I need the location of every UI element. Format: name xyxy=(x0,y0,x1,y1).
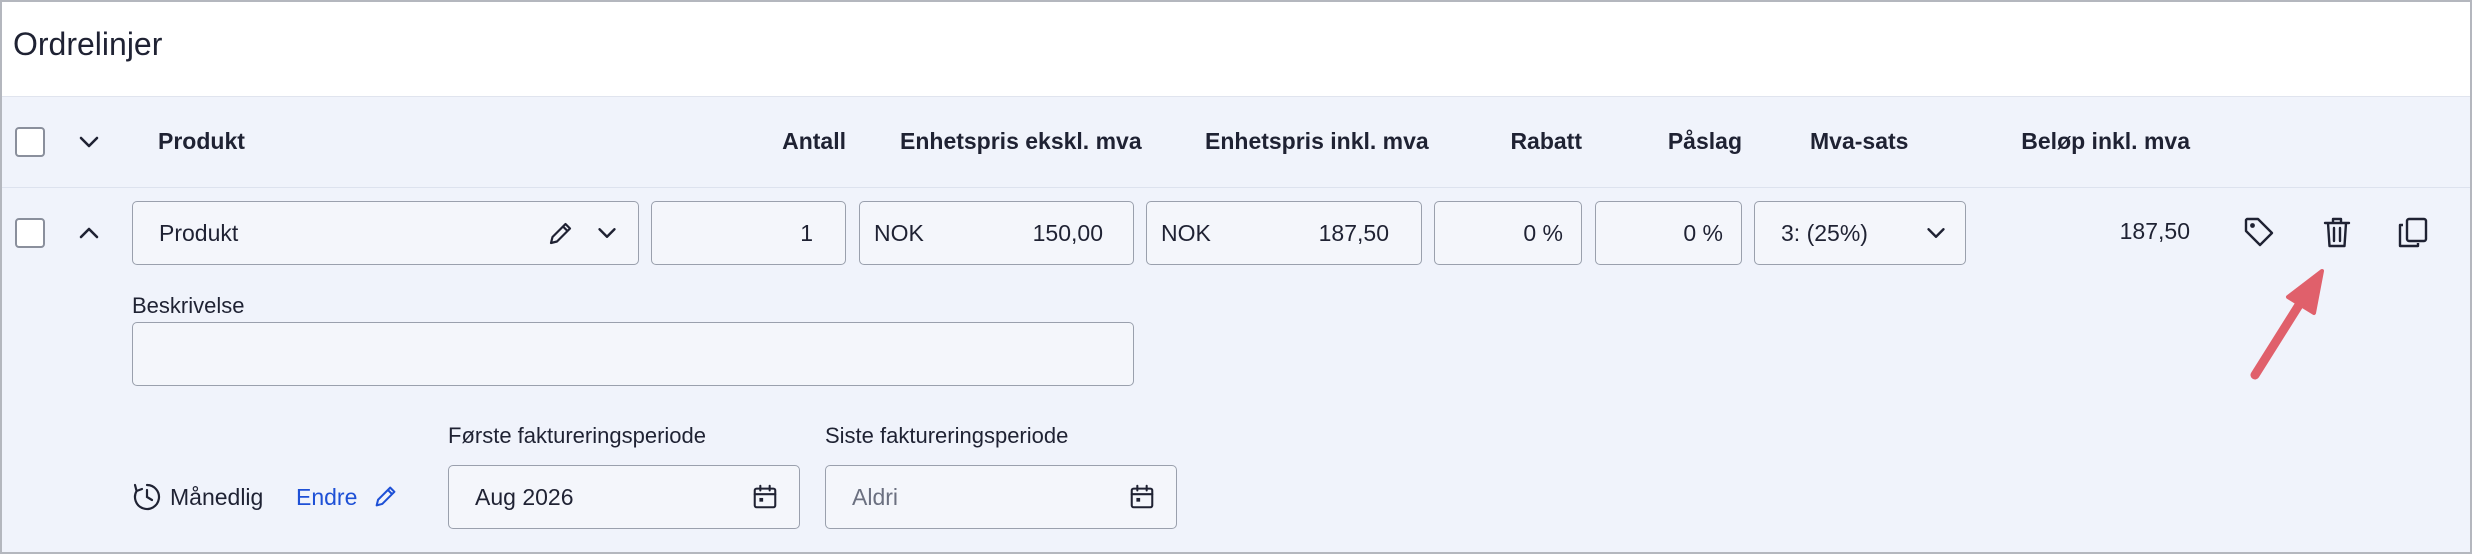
pencil-icon[interactable] xyxy=(372,482,400,510)
last-period-placeholder: Aldri xyxy=(852,484,899,510)
line-amount: 187,50 xyxy=(2119,218,2190,244)
order-lines-table: Produkt Antall Enhetspris ekskl. mva Enh… xyxy=(2,97,2470,552)
unit-price-inc-value: 187,50 xyxy=(1318,220,1389,246)
currency-label-inc: NOK xyxy=(1161,220,1211,246)
quantity-input[interactable]: 1 xyxy=(651,201,846,265)
copy-icon[interactable] xyxy=(2396,215,2430,249)
description-label: Beskrivelse xyxy=(132,293,245,318)
first-period-value: Aug 2026 xyxy=(475,484,574,510)
first-period-datepicker[interactable]: Aug 2026 xyxy=(448,465,800,529)
panel-header: Ordrelinjer xyxy=(2,2,2470,97)
frequency-text: Månedlig xyxy=(170,484,264,510)
select-all-checkbox[interactable] xyxy=(15,127,45,157)
column-header-markup: Påslag xyxy=(1667,128,1742,154)
unit-price-ex-value: 150,00 xyxy=(1032,220,1103,246)
column-header-amount-inc: Beløp inkl. mva xyxy=(2021,128,2190,154)
change-frequency-link[interactable]: Endre xyxy=(296,484,357,511)
calendar-icon[interactable] xyxy=(751,483,779,511)
pencil-icon[interactable] xyxy=(546,218,576,248)
vat-rate-value: 3: (25%) xyxy=(1781,220,1868,246)
unit-price-inc-input[interactable]: NOK 187,50 xyxy=(1146,201,1422,265)
order-lines-panel: Ordrelinjer Produkt Antall Enhetspris ek… xyxy=(0,0,2472,554)
last-period-label: Siste faktureringsperiode xyxy=(825,423,1069,448)
column-header-unit-price-inc: Enhetspris inkl. mva xyxy=(1205,128,1429,154)
annotation-arrow-icon xyxy=(2242,267,2332,387)
column-header-product: Produkt xyxy=(158,128,245,154)
chevron-down-icon[interactable] xyxy=(1922,219,1950,247)
clock-icon xyxy=(132,482,162,512)
column-header-quantity: Antall xyxy=(782,128,846,154)
discount-input[interactable]: 0 % xyxy=(1434,201,1582,265)
product-value: Produkt xyxy=(159,220,239,246)
row-select-checkbox[interactable] xyxy=(15,218,45,248)
column-header-discount: Rabatt xyxy=(1510,128,1582,154)
chevron-down-icon[interactable] xyxy=(593,219,621,247)
unit-price-ex-input[interactable]: NOK 150,00 xyxy=(859,201,1134,265)
panel-title: Ordrelinjer xyxy=(13,26,163,62)
column-header-vat-rate: Mva-sats xyxy=(1810,128,1909,154)
last-period-datepicker[interactable]: Aldri xyxy=(825,465,1177,529)
expand-all-chevron-down-icon[interactable] xyxy=(74,127,104,157)
tag-icon[interactable] xyxy=(2242,215,2276,249)
collapse-row-chevron-up-icon[interactable] xyxy=(74,218,104,248)
markup-input[interactable]: 0 % xyxy=(1595,201,1742,265)
column-header-unit-price-ex: Enhetspris ekskl. mva xyxy=(900,128,1142,154)
currency-label-ex: NOK xyxy=(874,220,924,246)
vat-rate-select[interactable]: 3: (25%) xyxy=(1754,201,1966,265)
first-period-label: Første faktureringsperiode xyxy=(448,423,706,448)
discount-value: 0 % xyxy=(1523,220,1563,246)
product-select[interactable]: Produkt xyxy=(132,201,639,265)
quantity-value: 1 xyxy=(800,220,813,246)
description-textarea[interactable] xyxy=(132,322,1134,386)
trash-icon[interactable] xyxy=(2320,215,2354,249)
markup-value: 0 % xyxy=(1683,220,1723,246)
calendar-icon[interactable] xyxy=(1128,483,1156,511)
table-header-row: Produkt Antall Enhetspris ekskl. mva Enh… xyxy=(2,97,2470,188)
